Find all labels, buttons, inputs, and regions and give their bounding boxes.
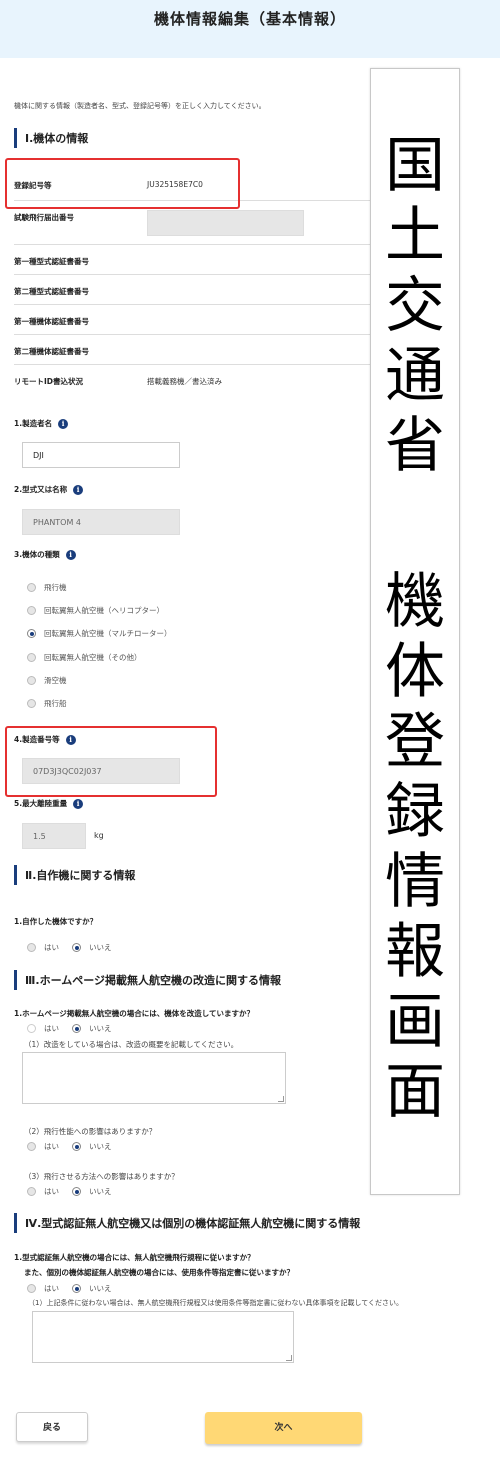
section-4-heading: Ⅳ.型式認証無人航空機又は個別の機体認証無人航空機に関する情報 xyxy=(14,1213,360,1233)
test-flight-number-label: 試験飛行届出番号 xyxy=(14,213,74,222)
next-button[interactable]: 次へ xyxy=(205,1412,362,1444)
radio-multirotor[interactable]: 回転翼無人航空機（マルチローター） xyxy=(27,628,172,639)
weight-label: 5.最大離陸重量 i xyxy=(14,798,84,809)
self-built-no[interactable]: いいえ xyxy=(72,942,112,953)
radio-button[interactable] xyxy=(27,699,36,708)
section-3-heading: Ⅲ.ホームページ掲載無人航空機の改造に関する情報 xyxy=(14,970,281,990)
radio-button[interactable] xyxy=(27,1024,36,1033)
certified-question-1: 1.型式認証無人航空機の場合には、無人航空機飛行規程に従いますか？ xyxy=(14,1253,255,1262)
airworthiness-cert-1-label: 第一種機体認証書番号 xyxy=(14,317,89,326)
certified-yes[interactable]: はい xyxy=(27,1283,59,1294)
modification-summary-label: （1）改造をしている場合は、改造の概要を記載してください。 xyxy=(24,1040,239,1049)
self-built-question: 1.自作した機体ですか？ xyxy=(14,917,98,926)
modification-summary-textarea[interactable] xyxy=(22,1052,286,1104)
info-icon[interactable]: i xyxy=(65,550,76,560)
self-built-yes[interactable]: はい xyxy=(27,942,59,953)
divider xyxy=(14,304,370,305)
modified-no[interactable]: いいえ xyxy=(72,1023,112,1034)
annotation-line-1: 国土交通省 xyxy=(385,131,445,481)
page-header: 機体情報編集（基本情報） xyxy=(0,0,500,58)
section-1-heading: Ⅰ.機体の情報 xyxy=(14,128,88,148)
radio-button[interactable] xyxy=(27,1142,36,1151)
certified-question-2: また、個別の機体認証無人航空機の場合には、使用条件等指定書に従いますか？ xyxy=(24,1268,294,1277)
radio-button[interactable] xyxy=(27,676,36,685)
radio-rotor-other[interactable]: 回転翼無人航空機（その他） xyxy=(27,652,142,663)
page-title: 機体情報編集（基本情報） xyxy=(153,10,346,28)
divider xyxy=(14,244,370,245)
radio-airship[interactable]: 飛行船 xyxy=(27,698,67,709)
divider xyxy=(14,364,370,365)
divider xyxy=(14,274,370,275)
modified-question: 1.ホームページ掲載無人航空機の場合には、機体を改造していますか？ xyxy=(14,1009,254,1018)
radio-button-selected[interactable] xyxy=(72,1187,81,1196)
radio-button[interactable] xyxy=(27,606,36,615)
intro-text: 機体に関する情報（製造者名、型式、登録記号等）を正しく入力してください。 xyxy=(14,102,266,110)
section-2-heading: Ⅱ.自作機に関する情報 xyxy=(14,865,135,885)
highlight-registration xyxy=(5,158,240,209)
remote-id-label: リモートID書込状況 xyxy=(14,377,84,386)
radio-button[interactable] xyxy=(27,1187,36,1196)
radio-button-selected[interactable] xyxy=(72,1024,81,1033)
weight-input[interactable]: 1.5 xyxy=(22,823,86,849)
info-icon[interactable]: i xyxy=(73,485,84,495)
type-cert-1-label: 第一種型式認証書番号 xyxy=(14,257,89,266)
back-button[interactable]: 戻る xyxy=(16,1412,88,1442)
radio-helicopter[interactable]: 回転翼無人航空機（ヘリコプター） xyxy=(27,605,164,616)
annotation-line-2: 機体登録情報画面 xyxy=(385,567,445,1127)
airworthiness-cert-2-label: 第二種機体認証書番号 xyxy=(14,347,89,356)
manufacturer-label: 1.製造者名 i xyxy=(14,418,69,429)
flight-method-yes[interactable]: はい xyxy=(27,1186,59,1197)
type-cert-2-label: 第二種型式認証書番号 xyxy=(14,287,89,296)
flight-method-no[interactable]: いいえ xyxy=(72,1186,112,1197)
radio-button-selected[interactable] xyxy=(27,629,36,638)
remote-id-value: 搭載義務機／書込済み xyxy=(147,377,222,386)
manufacturer-input[interactable]: DJI xyxy=(22,442,180,468)
radio-button[interactable] xyxy=(27,583,36,592)
radio-button[interactable] xyxy=(27,653,36,662)
radio-airplane[interactable]: 飛行機 xyxy=(27,582,67,593)
noncompliance-textarea[interactable] xyxy=(32,1311,294,1363)
radio-button-selected[interactable] xyxy=(72,1284,81,1293)
model-label: 2.型式又は名称 i xyxy=(14,484,84,495)
flight-performance-no[interactable]: いいえ xyxy=(72,1141,112,1152)
info-icon[interactable]: i xyxy=(73,799,84,809)
weight-unit: kg xyxy=(94,831,104,840)
modified-yes[interactable]: はい xyxy=(27,1023,59,1034)
radio-button[interactable] xyxy=(27,1284,36,1293)
noncompliance-label: （1）上記条件に従わない場合は、無人航空機飛行規程又は使用条件等指定書に従わない… xyxy=(28,1299,404,1307)
flight-method-question: （3）飛行させる方法への影響はありますか？ xyxy=(24,1172,179,1181)
flight-performance-question: （2）飛行性能への影響はありますか？ xyxy=(24,1127,157,1136)
test-flight-number-field[interactable] xyxy=(147,210,304,236)
divider xyxy=(14,334,370,335)
radio-button[interactable] xyxy=(27,943,36,952)
info-icon[interactable]: i xyxy=(58,419,69,429)
model-input[interactable]: PHANTOM 4 xyxy=(22,509,180,535)
radio-glider[interactable]: 滑空機 xyxy=(27,675,67,686)
highlight-serial xyxy=(5,726,217,797)
annotation-banner: 国土交通省 機体登録情報画面 xyxy=(370,68,460,1195)
certified-no[interactable]: いいえ xyxy=(72,1283,112,1294)
aircraft-type-label: 3.機体の種類 i xyxy=(14,549,76,560)
radio-button-selected[interactable] xyxy=(72,1142,81,1151)
radio-button-selected[interactable] xyxy=(72,943,81,952)
flight-performance-yes[interactable]: はい xyxy=(27,1141,59,1152)
